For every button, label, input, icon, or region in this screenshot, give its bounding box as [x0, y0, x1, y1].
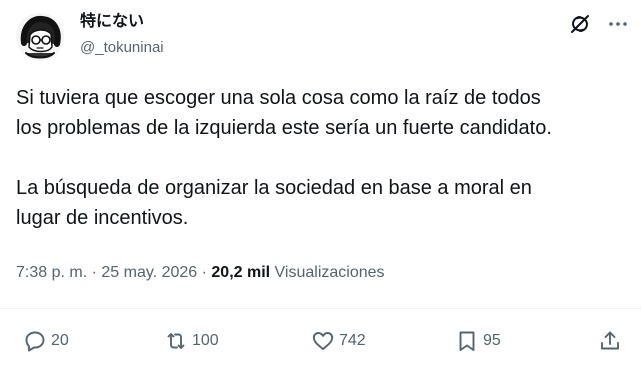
reply-count: 20 — [51, 332, 69, 349]
tweet-line: los problemas de la izquierda este sería… — [16, 117, 552, 139]
tweet-line: lugar de incentivos. — [16, 207, 189, 229]
bookmark-icon — [459, 331, 475, 351]
more-icon[interactable] — [606, 12, 630, 36]
anime-avatar-icon — [16, 13, 64, 61]
tweet-line — [16, 143, 631, 173]
views-label: Visualizaciones — [274, 264, 385, 281]
repost-icon — [167, 333, 185, 349]
share-button[interactable] — [598, 327, 622, 355]
like-count: 742 — [339, 332, 366, 349]
tweet-text: Si tuviera que escoger una sola cosa com… — [16, 83, 631, 233]
share-icon — [601, 331, 619, 350]
reply-icon — [25, 331, 45, 352]
views-count: 20,2 mil — [211, 264, 271, 281]
tweet-date[interactable]: 25 may. 2026 — [101, 264, 197, 281]
tweet-line: Si tuviera que escoger una sola cosa com… — [16, 87, 541, 109]
repost-count: 100 — [192, 332, 219, 349]
reply-button[interactable]: 20 — [23, 327, 69, 355]
tweet-meta: 7:38 p. m. · 25 may. 2026 · 20,2 mil Vis… — [16, 262, 385, 284]
heart-icon — [312, 332, 334, 350]
repost-button[interactable]: 100 — [164, 327, 219, 355]
bookmark-button[interactable]: 95 — [455, 327, 501, 355]
tweet-time[interactable]: 7:38 p. m. — [16, 264, 87, 281]
tweet-line: La búsqueda de organizar la sociedad en … — [16, 177, 532, 199]
like-button[interactable]: 742 — [311, 327, 366, 355]
bookmark-count: 95 — [483, 332, 501, 349]
divider — [0, 308, 641, 309]
meta-separator: · — [201, 264, 212, 281]
avatar[interactable] — [16, 13, 64, 61]
grok-icon[interactable] — [568, 12, 592, 36]
meta-separator: · — [91, 264, 102, 281]
user-handle[interactable]: @_tokuninai — [80, 38, 164, 58]
display-name[interactable]: 特にない — [80, 12, 144, 32]
